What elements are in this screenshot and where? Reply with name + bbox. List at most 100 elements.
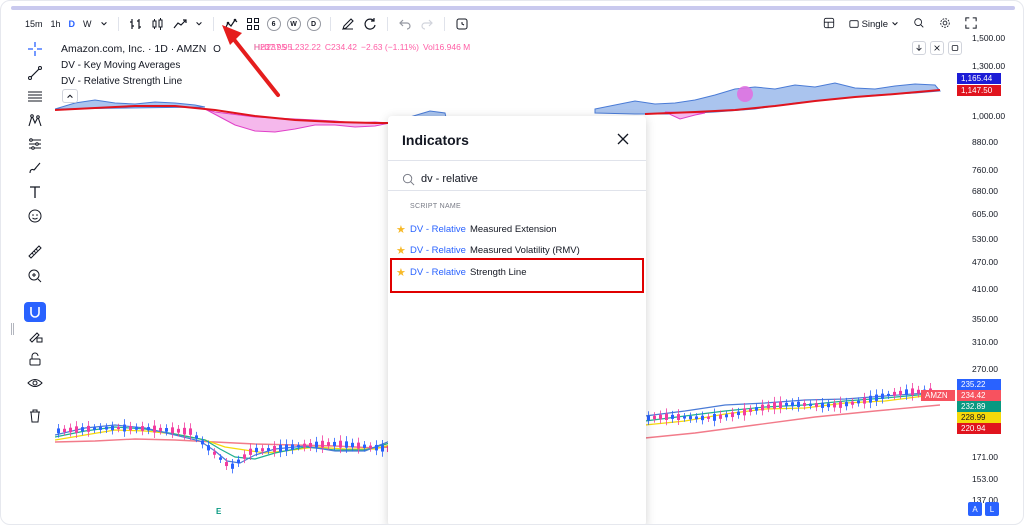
- alert-clock-icon[interactable]: [451, 14, 473, 34]
- candle: [93, 427, 96, 430]
- auto-scale-button[interactable]: A: [968, 502, 982, 516]
- redo-icon[interactable]: [416, 14, 438, 34]
- item-name: Measured Volatility (RMV): [469, 244, 580, 256]
- scale-buttons: A L: [968, 502, 999, 516]
- compare-icon[interactable]: [169, 14, 191, 34]
- settings-gear-icon[interactable]: [939, 17, 951, 31]
- candle: [153, 425, 156, 433]
- layout-select[interactable]: Single: [848, 19, 899, 30]
- crosshair-icon[interactable]: [24, 39, 46, 60]
- candle: [213, 451, 216, 455]
- interval-dropdown-icon[interactable]: [96, 14, 112, 34]
- price-badge-rs: 1,165.44: [957, 73, 1001, 84]
- log-scale-button[interactable]: L: [985, 502, 999, 516]
- panel-resize-handle[interactable]: [11, 323, 14, 335]
- indicator-item-measured-volatility[interactable]: ★ DV - Relative Measured Volatility (RMV…: [394, 240, 640, 260]
- pencil-icon[interactable]: [337, 14, 359, 34]
- magnet-icon[interactable]: [24, 301, 46, 323]
- chart-pane-controls: [912, 41, 962, 55]
- emoji-icon[interactable]: [24, 205, 46, 226]
- candle: [833, 402, 836, 408]
- interval-d[interactable]: D: [65, 14, 80, 34]
- indicator-item-measured-extension[interactable]: ★ DV - Relative Measured Extension: [394, 219, 640, 239]
- price-tick: 410.00: [972, 284, 998, 294]
- legend-volume-value: Vol16.946 M: [422, 42, 471, 52]
- search-input[interactable]: [421, 173, 621, 185]
- candle: [141, 426, 144, 431]
- close-icon[interactable]: [616, 132, 630, 146]
- candle: [857, 400, 860, 404]
- eye-icon[interactable]: [24, 373, 46, 394]
- pane-collapse-icon[interactable]: [930, 41, 944, 55]
- candle: [381, 445, 384, 452]
- candle: [863, 397, 866, 404]
- candle: [309, 443, 312, 447]
- favorite-star-icon[interactable]: ★: [396, 223, 410, 236]
- pane-down-icon[interactable]: [912, 41, 926, 55]
- candle: [225, 461, 228, 467]
- candle: [827, 403, 830, 408]
- ruler-icon[interactable]: [24, 242, 46, 263]
- interval-1h[interactable]: 1h: [47, 14, 65, 34]
- candle: [755, 407, 758, 411]
- candle: [881, 393, 884, 399]
- candle: [291, 444, 294, 450]
- candle: [75, 426, 78, 433]
- brush-icon[interactable]: [24, 158, 46, 179]
- legend-symbol[interactable]: Amazon.com, Inc. · 1D · AMZN: [61, 43, 206, 55]
- candle: [351, 442, 354, 448]
- unlock-icon[interactable]: [24, 349, 46, 370]
- candle: [707, 416, 710, 419]
- candle: [357, 442, 360, 449]
- forecast-icon[interactable]: [24, 134, 46, 155]
- candle: [905, 389, 908, 396]
- layout-circle-d[interactable]: D: [306, 17, 321, 31]
- price-axis[interactable]: 1,500.00 1,300.00 1,000.00 880.00 760.00…: [967, 31, 1023, 524]
- bar-style-icon[interactable]: [125, 14, 147, 34]
- trend-line-icon[interactable]: [24, 63, 46, 84]
- candle: [731, 412, 734, 418]
- replay-icon[interactable]: [359, 14, 381, 34]
- compare-dropdown-icon[interactable]: [191, 14, 207, 34]
- zoom-in-icon[interactable]: [24, 265, 46, 286]
- candle: [327, 442, 330, 446]
- chevron-up-icon: [67, 94, 73, 98]
- legend-low-value: L232.22: [290, 42, 321, 52]
- candle: [665, 413, 668, 421]
- fib-lines-icon[interactable]: [24, 87, 46, 108]
- legend-close-value: C234.42: [324, 42, 358, 52]
- candle: [647, 415, 650, 421]
- item-prefix: DV - Relative: [410, 223, 466, 235]
- price-badge-ma4: 220.94: [957, 423, 1001, 434]
- favorite-star-icon[interactable]: ★: [396, 244, 410, 257]
- fullscreen-icon[interactable]: [965, 17, 977, 31]
- quick-search-icon[interactable]: [913, 17, 925, 31]
- candle: [815, 403, 818, 408]
- legend-indicator-1[interactable]: DV - Key Moving Averages: [61, 58, 221, 74]
- toolbar-divider: [212, 17, 214, 31]
- candle: [683, 416, 686, 419]
- legend-collapse-button[interactable]: [62, 89, 78, 103]
- layout-circle-w[interactable]: W: [286, 17, 301, 31]
- undo-icon[interactable]: [394, 14, 416, 34]
- candle-style-icon[interactable]: [147, 14, 169, 34]
- interval-15m[interactable]: 15m: [21, 14, 47, 34]
- candle: [911, 388, 914, 396]
- pane-maximize-icon[interactable]: [948, 41, 962, 55]
- candle: [875, 394, 878, 401]
- interval-w[interactable]: W: [79, 14, 96, 34]
- candle: [659, 414, 662, 420]
- candle: [105, 426, 108, 430]
- legend-indicator-2[interactable]: DV - Relative Strength Line: [61, 74, 221, 90]
- candle: [893, 391, 896, 396]
- candle: [99, 426, 102, 430]
- text-tool-icon[interactable]: [24, 182, 46, 203]
- price-tick: 680.00: [972, 186, 998, 196]
- candle: [321, 440, 324, 448]
- lock-drawing-icon[interactable]: [24, 325, 46, 346]
- layout-grid-icon[interactable]: [823, 17, 835, 31]
- trash-icon[interactable]: [24, 405, 46, 426]
- candle: [81, 427, 84, 432]
- pattern-icon[interactable]: [24, 110, 46, 131]
- legend-symbol-row[interactable]: Amazon.com, Inc. · 1D · AMZN O: [61, 41, 221, 58]
